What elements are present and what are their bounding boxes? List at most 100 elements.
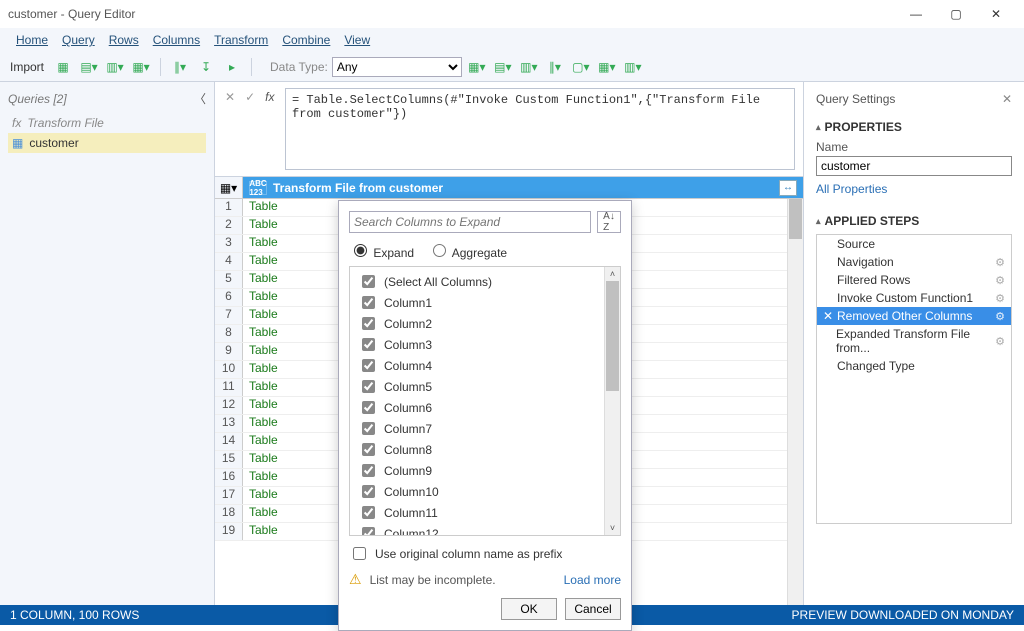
columns-scrollbar[interactable]: ˄˅ (604, 267, 620, 535)
window-title: customer - Query Editor (8, 7, 896, 21)
column-checkbox[interactable]: Column11 (350, 502, 620, 523)
collapse-sidebar-icon[interactable]: 〈 (194, 90, 206, 107)
toolbar-btn-9[interactable]: ▤▾ (492, 57, 514, 77)
warning-text: List may be incomplete. (370, 573, 496, 587)
select-all-columns[interactable]: (Select All Columns) (350, 271, 620, 292)
gear-icon[interactable]: ⚙ (995, 292, 1005, 305)
close-settings-icon[interactable]: ✕ (1002, 92, 1012, 106)
expand-column-icon[interactable]: ↔ (779, 180, 797, 196)
toolbar-btn-1[interactable]: ▦ (52, 57, 74, 77)
datatype-label: Data Type: (270, 60, 328, 74)
load-more-link[interactable]: Load more (564, 573, 621, 587)
column-checkbox[interactable]: Column1 (350, 292, 620, 313)
column-checkbox[interactable]: Column8 (350, 439, 620, 460)
column-checkbox[interactable]: Column4 (350, 355, 620, 376)
toolbar-btn-6[interactable]: ↧ (195, 57, 217, 77)
toolbar-btn-11[interactable]: ∥▾ (544, 57, 566, 77)
column-checkbox[interactable]: Column7 (350, 418, 620, 439)
column-checkbox[interactable]: Column10 (350, 481, 620, 502)
toolbar-btn-12[interactable]: ▢▾ (570, 57, 592, 77)
menu-rows[interactable]: Rows (103, 31, 145, 49)
status-left: 1 COLUMN, 100 ROWS (10, 608, 139, 622)
sort-columns-button[interactable]: A↓Z (597, 211, 621, 233)
row-number: 6 (215, 289, 243, 306)
column-checkbox[interactable]: Column12 (350, 523, 620, 536)
cancel-formula-icon[interactable]: ✕ (225, 90, 235, 104)
applied-step[interactable]: Invoke Custom Function1⚙ (817, 289, 1011, 307)
applied-step[interactable]: Navigation⚙ (817, 253, 1011, 271)
toolbar-btn-5[interactable]: ∥▾ (169, 57, 191, 77)
query-transform-file[interactable]: fx Transform File (8, 113, 206, 133)
toolbar-btn-10[interactable]: ▥▾ (518, 57, 540, 77)
cancel-button[interactable]: Cancel (565, 598, 621, 620)
all-properties-link[interactable]: All Properties (816, 182, 887, 196)
menubar: Home Query Rows Columns Transform Combin… (0, 28, 1024, 52)
maximize-button[interactable]: ▢ (936, 2, 976, 26)
titlebar: customer - Query Editor — ▢ ✕ (0, 0, 1024, 28)
columns-list: (Select All Columns) Column1 Column2 Col… (349, 266, 621, 536)
toolbar-btn-7[interactable]: ▸ (221, 57, 243, 77)
expand-radio[interactable]: Expand (349, 241, 414, 260)
table-icon: ▦ (12, 136, 23, 150)
gear-icon[interactable]: ⚙ (995, 274, 1005, 287)
gear-icon[interactable]: ⚙ (995, 310, 1005, 323)
row-number: 1 (215, 199, 243, 216)
aggregate-radio[interactable]: Aggregate (428, 241, 507, 260)
row-number: 17 (215, 487, 243, 504)
toolbar-btn-4[interactable]: ▦▾ (130, 57, 152, 77)
row-number: 9 (215, 343, 243, 360)
queries-header: Queries [2] (8, 92, 67, 106)
properties-section[interactable]: PROPERTIES (816, 120, 1012, 134)
grid-corner[interactable]: ▦▾ (215, 177, 243, 198)
menu-view[interactable]: View (338, 31, 376, 49)
gear-icon[interactable]: ⚙ (995, 335, 1005, 348)
toolbar-btn-14[interactable]: ▥▾ (622, 57, 644, 77)
row-number: 4 (215, 253, 243, 270)
row-number: 14 (215, 433, 243, 450)
import-label[interactable]: Import (10, 60, 44, 74)
gear-icon[interactable]: ⚙ (995, 256, 1005, 269)
applied-step[interactable]: Source (817, 235, 1011, 253)
column-checkbox[interactable]: Column9 (350, 460, 620, 481)
menu-transform[interactable]: Transform (208, 31, 274, 49)
toolbar-btn-8[interactable]: ▦▾ (466, 57, 488, 77)
row-number: 11 (215, 379, 243, 396)
queries-sidebar: Queries [2] 〈 fx Transform File ▦ custom… (0, 82, 215, 605)
menu-columns[interactable]: Columns (147, 31, 206, 49)
datatype-select[interactable]: Any (332, 57, 462, 77)
accept-formula-icon[interactable]: ✓ (245, 90, 255, 104)
minimize-button[interactable]: — (896, 2, 936, 26)
search-columns-input[interactable] (349, 211, 591, 233)
toolbar-btn-3[interactable]: ▥▾ (104, 57, 126, 77)
warning-icon: ⚠ (349, 571, 362, 588)
use-prefix-checkbox[interactable]: Use original column name as prefix (349, 544, 621, 563)
applied-steps-section[interactable]: APPLIED STEPS (816, 214, 1012, 228)
query-customer[interactable]: ▦ customer (8, 133, 206, 153)
applied-step[interactable]: ✕Removed Other Columns⚙ (817, 307, 1011, 325)
row-number: 3 (215, 235, 243, 252)
query-name-input[interactable] (816, 156, 1012, 176)
close-button[interactable]: ✕ (976, 2, 1016, 26)
toolbar-btn-2[interactable]: ▤▾ (78, 57, 100, 77)
row-number: 19 (215, 523, 243, 540)
column-checkbox[interactable]: Column5 (350, 376, 620, 397)
applied-step[interactable]: Filtered Rows⚙ (817, 271, 1011, 289)
toolbar-btn-13[interactable]: ▦▾ (596, 57, 618, 77)
menu-query[interactable]: Query (56, 31, 101, 49)
applied-step[interactable]: Expanded Transform File from...⚙ (817, 325, 1011, 357)
applied-step[interactable]: Changed Type (817, 357, 1011, 375)
menu-combine[interactable]: Combine (276, 31, 336, 49)
grid-scrollbar[interactable] (787, 199, 803, 605)
column-checkbox[interactable]: Column2 (350, 313, 620, 334)
column-checkbox[interactable]: Column3 (350, 334, 620, 355)
menu-home[interactable]: Home (10, 31, 54, 49)
fx-label-icon[interactable]: fx (265, 90, 274, 104)
row-number: 2 (215, 217, 243, 234)
ok-button[interactable]: OK (501, 598, 557, 620)
column-header[interactable]: ABC123 Transform File from customer ↔ (243, 177, 803, 198)
delete-step-icon[interactable]: ✕ (823, 309, 833, 323)
row-number: 10 (215, 361, 243, 378)
toolbar: Import ▦ ▤▾ ▥▾ ▦▾ ∥▾ ↧ ▸ Data Type: Any … (0, 52, 1024, 82)
column-checkbox[interactable]: Column6 (350, 397, 620, 418)
formula-input[interactable]: = Table.SelectColumns(#"Invoke Custom Fu… (285, 88, 795, 170)
